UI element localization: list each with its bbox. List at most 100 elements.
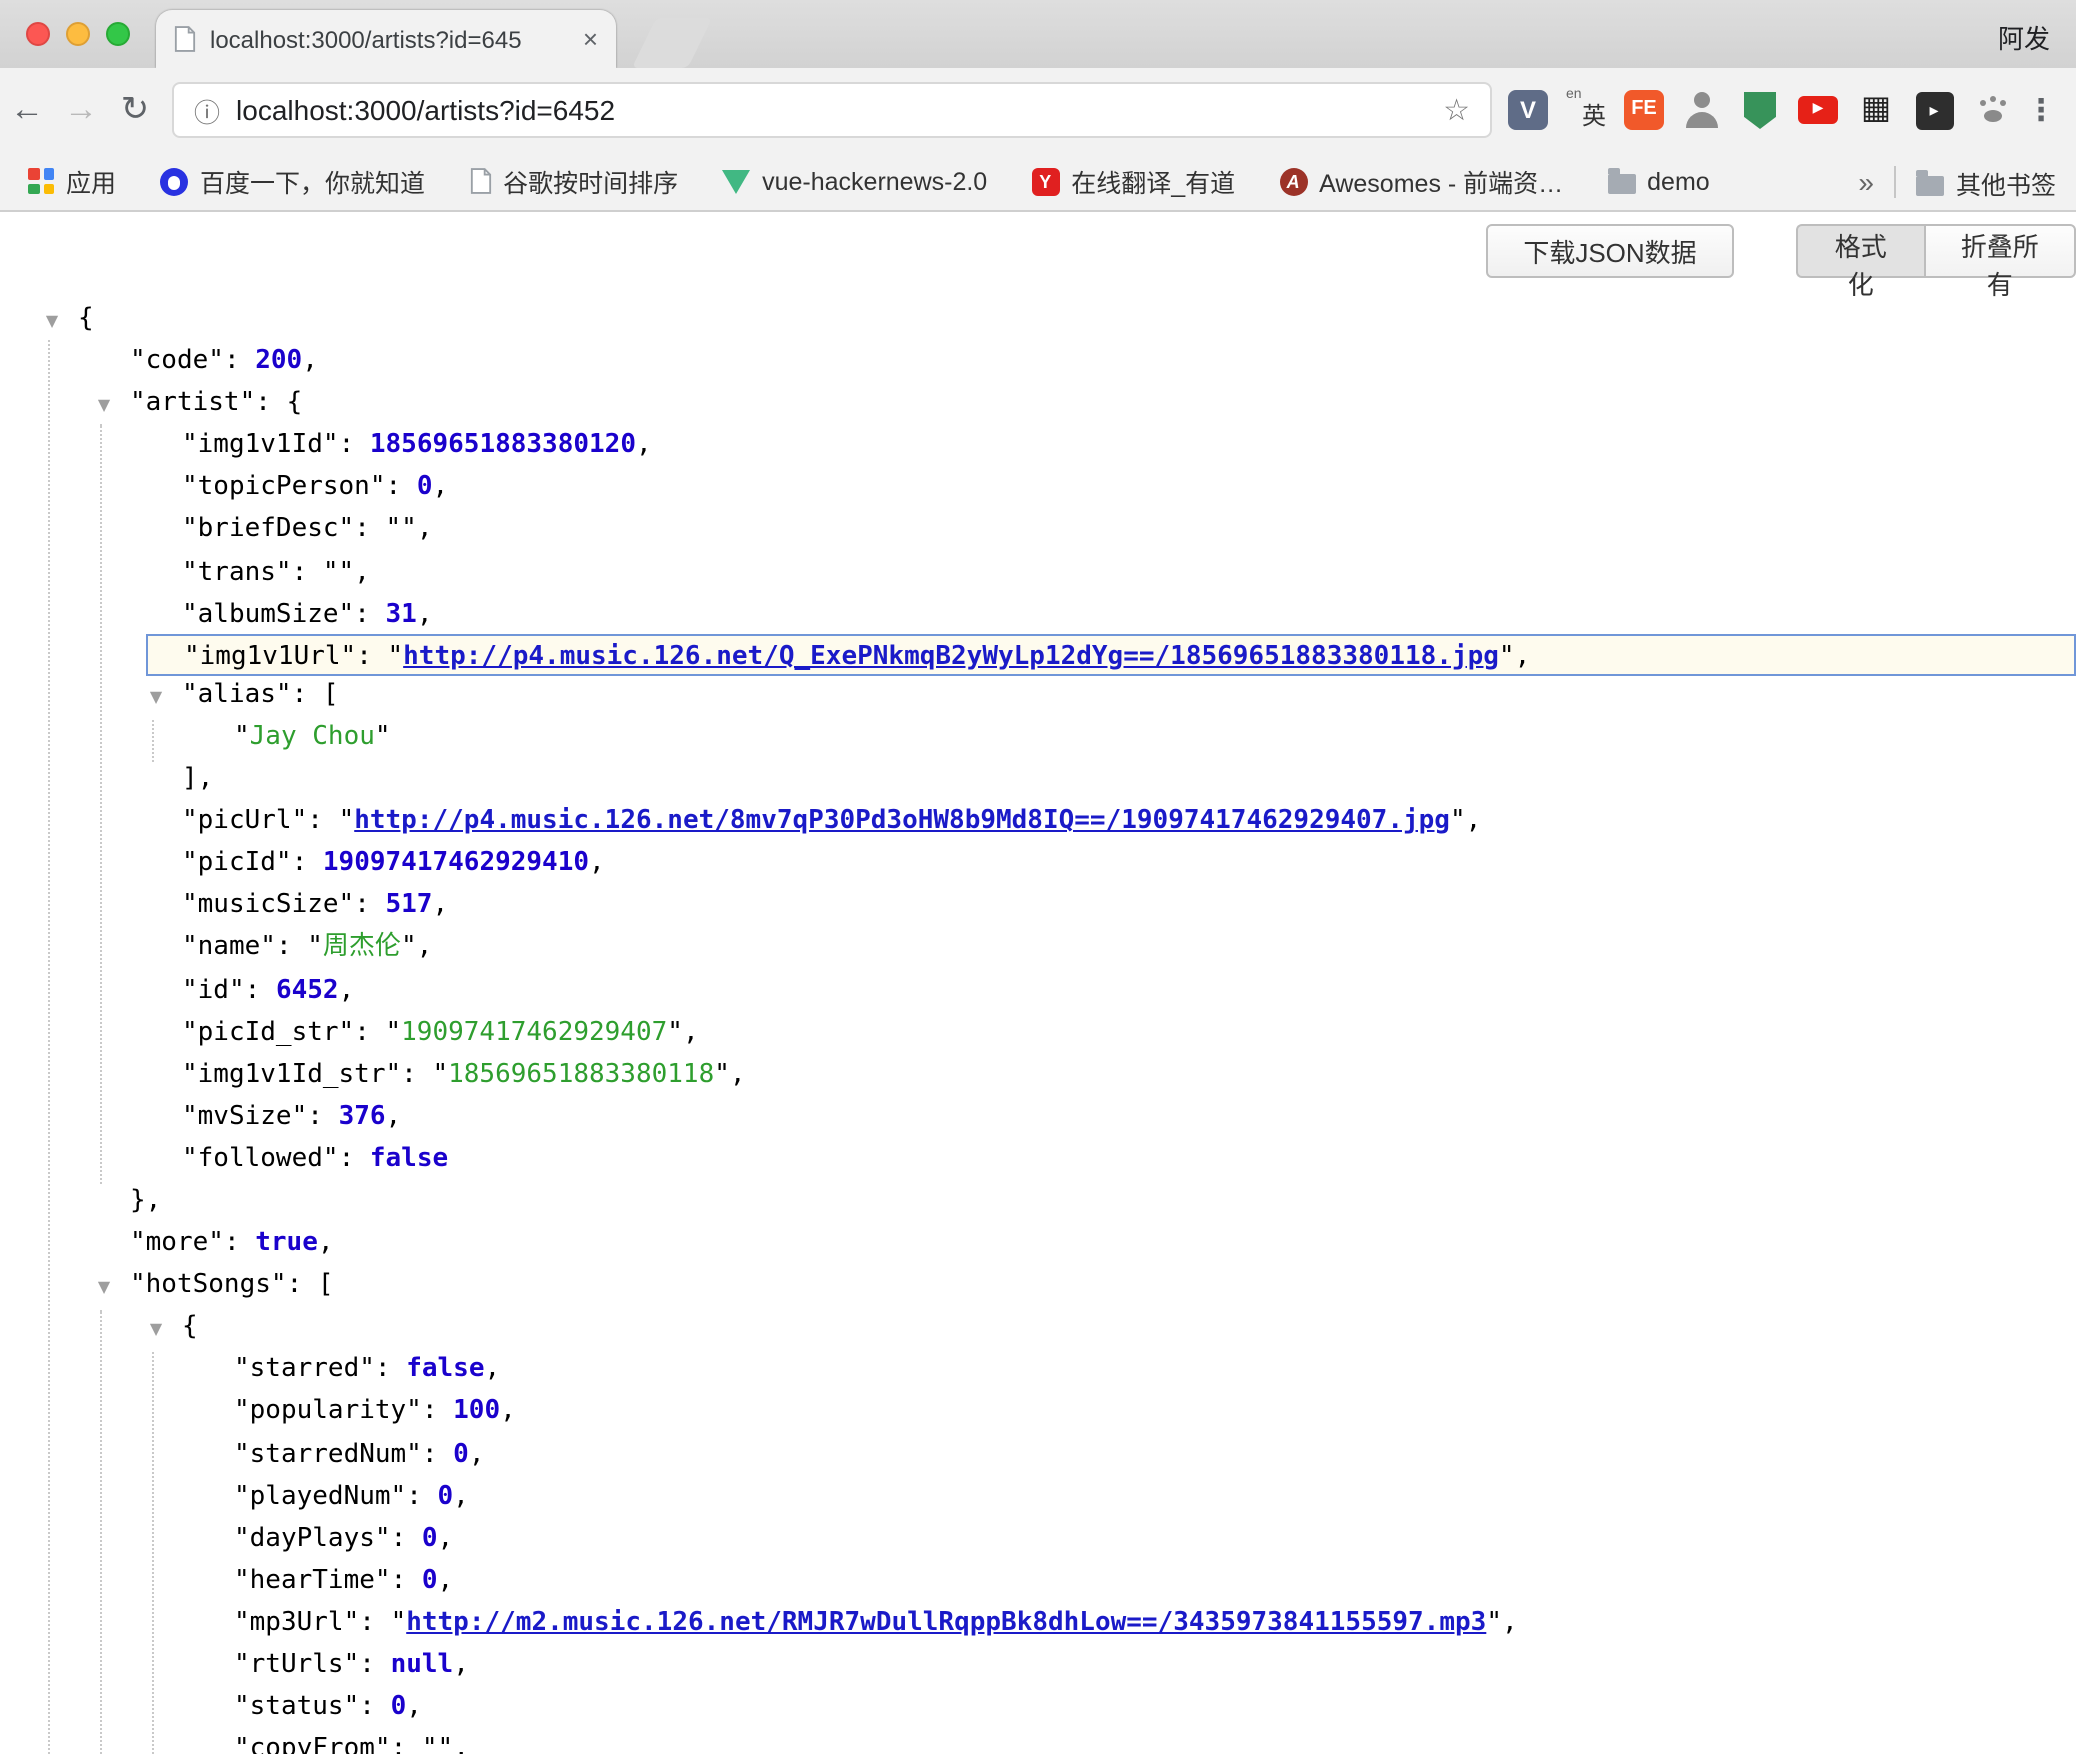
json-token: "alias" (182, 680, 292, 710)
fullscreen-window-button[interactable] (106, 22, 130, 46)
collapse-all-button[interactable]: 折叠所有 (1923, 224, 2076, 278)
json-line: }, (0, 1180, 2076, 1222)
folder-icon (1916, 175, 1944, 195)
bookmark-apps[interactable]: 应用 (28, 162, 116, 200)
json-line: ], (0, 758, 2076, 800)
json-token: , (1515, 642, 1531, 672)
profile-name[interactable]: 阿发 (1998, 18, 2050, 56)
bookmarks-overflow-icon[interactable]: » (1858, 166, 1874, 198)
json-token: { (182, 1313, 198, 1343)
browser-window: localhost:3000/artists?id=645 × 阿发 ← → ↻… (0, 0, 2076, 1754)
bookmark-demo-folder[interactable]: demo (1607, 167, 1710, 195)
youtube-extension-icon[interactable]: ▶ (1796, 88, 1840, 132)
collapse-toggle-icon[interactable]: ▼ (40, 300, 64, 342)
json-tree: ▼{"code": 200,▼"artist": {"img1v1Id": 18… (0, 298, 2076, 1754)
bookmark-star-icon[interactable]: ☆ (1443, 92, 1470, 128)
json-token: "albumSize" (182, 599, 354, 629)
json-token: " (391, 1608, 407, 1638)
json-token: : (391, 1566, 422, 1596)
json-token: "" (422, 1734, 453, 1754)
qrcode-extension-icon[interactable]: ▦ (1854, 88, 1898, 132)
page-info-icon[interactable]: ⓘ (194, 91, 220, 129)
json-url-link[interactable]: http://p4.music.126.net/8mv7qP30Pd3oHW8b… (354, 806, 1450, 836)
json-token: : (276, 933, 307, 963)
json-token: : (307, 1102, 338, 1132)
json-url-link[interactable]: http://m2.music.126.net/RMJR7wDullRqppBk… (406, 1608, 1486, 1638)
translate-extension-icon[interactable]: en英 (1564, 88, 1608, 132)
json-token: false (370, 1144, 448, 1174)
json-line: "albumSize": 31, (0, 593, 2076, 635)
v-extension-icon[interactable]: V (1506, 88, 1550, 132)
close-window-button[interactable] (26, 22, 50, 46)
json-token: " (714, 1059, 730, 1089)
json-line: "picId_str": "19097417462929407", (0, 1011, 2076, 1053)
bookmark-youdao-translate[interactable]: Y在线翻译_有道 (1031, 162, 1235, 200)
bookmark-google-sort[interactable]: 谷歌按时间排序 (469, 162, 678, 200)
json-token: 18569651883380118 (448, 1059, 714, 1089)
json-token: : (386, 473, 417, 503)
json-line-highlighted: "img1v1Url": "http://p4.music.126.net/Q_… (146, 634, 2076, 676)
json-token: , (453, 1481, 469, 1511)
json-token: , (469, 1439, 485, 1469)
fe-extension-icon[interactable]: FE (1622, 88, 1666, 132)
browser-menu-icon[interactable]: ⋮ (2026, 92, 2056, 128)
json-token: , (406, 1692, 422, 1722)
shield-extension-icon[interactable] (1738, 88, 1782, 132)
tab-close-icon[interactable]: × (583, 24, 598, 54)
json-token: : (339, 1144, 370, 1174)
new-tab-button[interactable] (632, 18, 712, 68)
json-token: " (432, 1059, 448, 1089)
bookmark-vue-hackernews[interactable]: vue-hackernews-2.0 (722, 167, 987, 195)
json-token: , (432, 891, 448, 921)
bookmark-baidu[interactable]: 百度一下，你就知道 (160, 162, 425, 200)
json-line: ▼{ (0, 1307, 2076, 1349)
json-line: "mp3Url": "http://m2.music.126.net/RMJR7… (0, 1602, 2076, 1644)
format-button[interactable]: 格式化 (1796, 224, 1923, 278)
json-token: "status" (234, 1692, 359, 1722)
url-text[interactable]: localhost:3000/artists?id=6452 (236, 94, 1427, 126)
json-token: : (359, 1692, 390, 1722)
address-bar[interactable]: ⓘ localhost:3000/artists?id=6452 ☆ (172, 82, 1492, 138)
json-token: "img1v1Id" (182, 431, 339, 461)
collapse-toggle-icon[interactable]: ▼ (144, 676, 168, 718)
json-token: "name" (182, 933, 276, 963)
json-token: " (388, 642, 404, 672)
minimize-window-button[interactable] (66, 22, 90, 46)
json-token: "mvSize" (182, 1102, 307, 1132)
json-url-link[interactable]: http://p4.music.126.net/Q_ExePNkmqB2yWyL… (403, 642, 1499, 672)
other-bookmarks-folder[interactable]: 其他书签 (1916, 163, 2056, 201)
page-icon (469, 168, 491, 194)
collapse-toggle-icon[interactable]: ▼ (92, 1266, 116, 1308)
json-token: "img1v1Id_str" (182, 1059, 401, 1089)
back-icon[interactable]: ← (0, 90, 54, 130)
json-token: " (401, 933, 417, 963)
json-token: : (287, 1270, 318, 1300)
baidu-icon (160, 167, 188, 195)
json-token: "starredNum" (234, 1439, 422, 1469)
view-mode-toggle: 格式化 折叠所有 (1796, 224, 2076, 278)
bookmark-awesomes[interactable]: AAwesomes - 前端资… (1279, 162, 1563, 200)
download-json-button[interactable]: 下载JSON数据 (1486, 224, 1734, 278)
json-token: : (339, 431, 370, 461)
json-token: , (438, 1566, 454, 1596)
player-extension-icon[interactable]: ▸ (1912, 88, 1956, 132)
reload-icon[interactable]: ↻ (108, 90, 162, 130)
forward-icon[interactable]: → (54, 90, 108, 130)
collapse-toggle-icon[interactable]: ▼ (92, 384, 116, 426)
user-extension-icon[interactable] (1680, 88, 1724, 132)
browser-tab[interactable]: localhost:3000/artists?id=645 × (156, 10, 616, 68)
json-line: "copyFrom": "", (0, 1728, 2076, 1754)
json-token: 200 (255, 346, 302, 376)
json-token: "id" (182, 975, 245, 1005)
json-token: , (636, 431, 652, 461)
json-token: " (234, 722, 250, 752)
json-token: "" (323, 557, 354, 587)
paw-extension-icon[interactable] (1970, 88, 2014, 132)
json-token: 0 (417, 473, 433, 503)
tab-strip: localhost:3000/artists?id=645 × 阿发 (0, 0, 2076, 68)
json-token: : (245, 975, 276, 1005)
extension-icons: V en英 FE ▶ ▦ ▸ (1506, 88, 2014, 132)
json-token: , (417, 933, 433, 963)
collapse-toggle-icon[interactable]: ▼ (144, 1309, 168, 1351)
json-token: : (224, 346, 255, 376)
